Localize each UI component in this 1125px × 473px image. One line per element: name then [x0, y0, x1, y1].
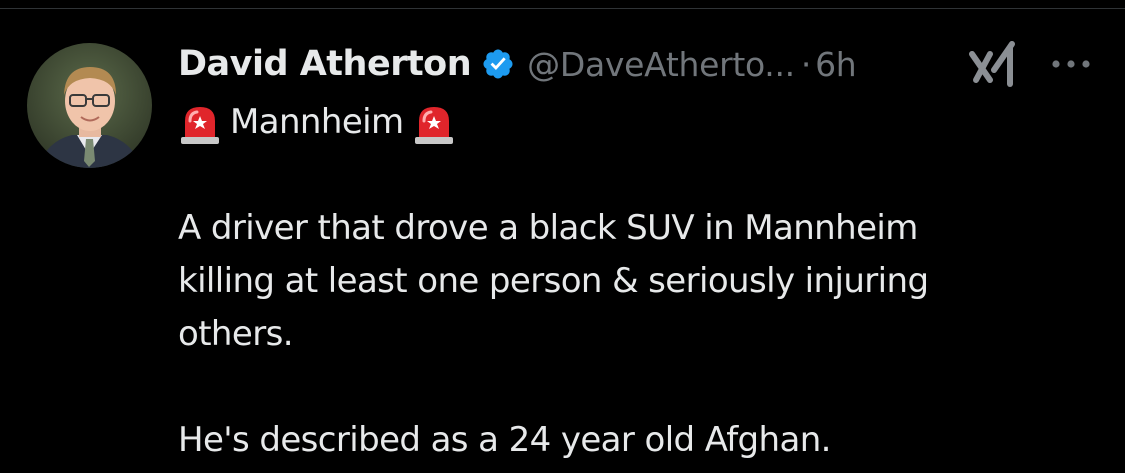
tweet-text: Mannheim A driver that drove a black SUV…	[178, 96, 1078, 467]
siren-icon	[412, 101, 456, 145]
tweet-timestamp[interactable]: 6h	[815, 45, 857, 84]
author-handle[interactable]: @DaveAtherto...	[527, 45, 795, 84]
author-display-name[interactable]: David Atherton	[178, 44, 472, 84]
header-separator: ·	[800, 44, 812, 84]
tweet-body-line: A driver that drove a black SUV in Mannh…	[178, 208, 918, 248]
tweet-body-line: killing at least one person & seriously …	[178, 261, 929, 301]
siren-icon	[178, 101, 222, 145]
tweet-body-line: others.	[178, 314, 294, 354]
tweet-closing-line: He's described as a 24 year old Afghan.	[178, 420, 831, 460]
grok-icon[interactable]	[968, 40, 1020, 90]
tweet-title-word: Mannheim	[230, 102, 404, 142]
avatar[interactable]	[27, 43, 152, 168]
more-options-icon[interactable]	[1049, 50, 1093, 78]
tweet-card[interactable]: David Atherton @DaveAtherto... · 6h Mann…	[0, 0, 1125, 473]
tweet-title-line: Mannheim	[178, 96, 1078, 149]
verified-badge-icon[interactable]	[481, 47, 515, 81]
tweet-header: David Atherton @DaveAtherto... · 6h	[178, 38, 857, 90]
